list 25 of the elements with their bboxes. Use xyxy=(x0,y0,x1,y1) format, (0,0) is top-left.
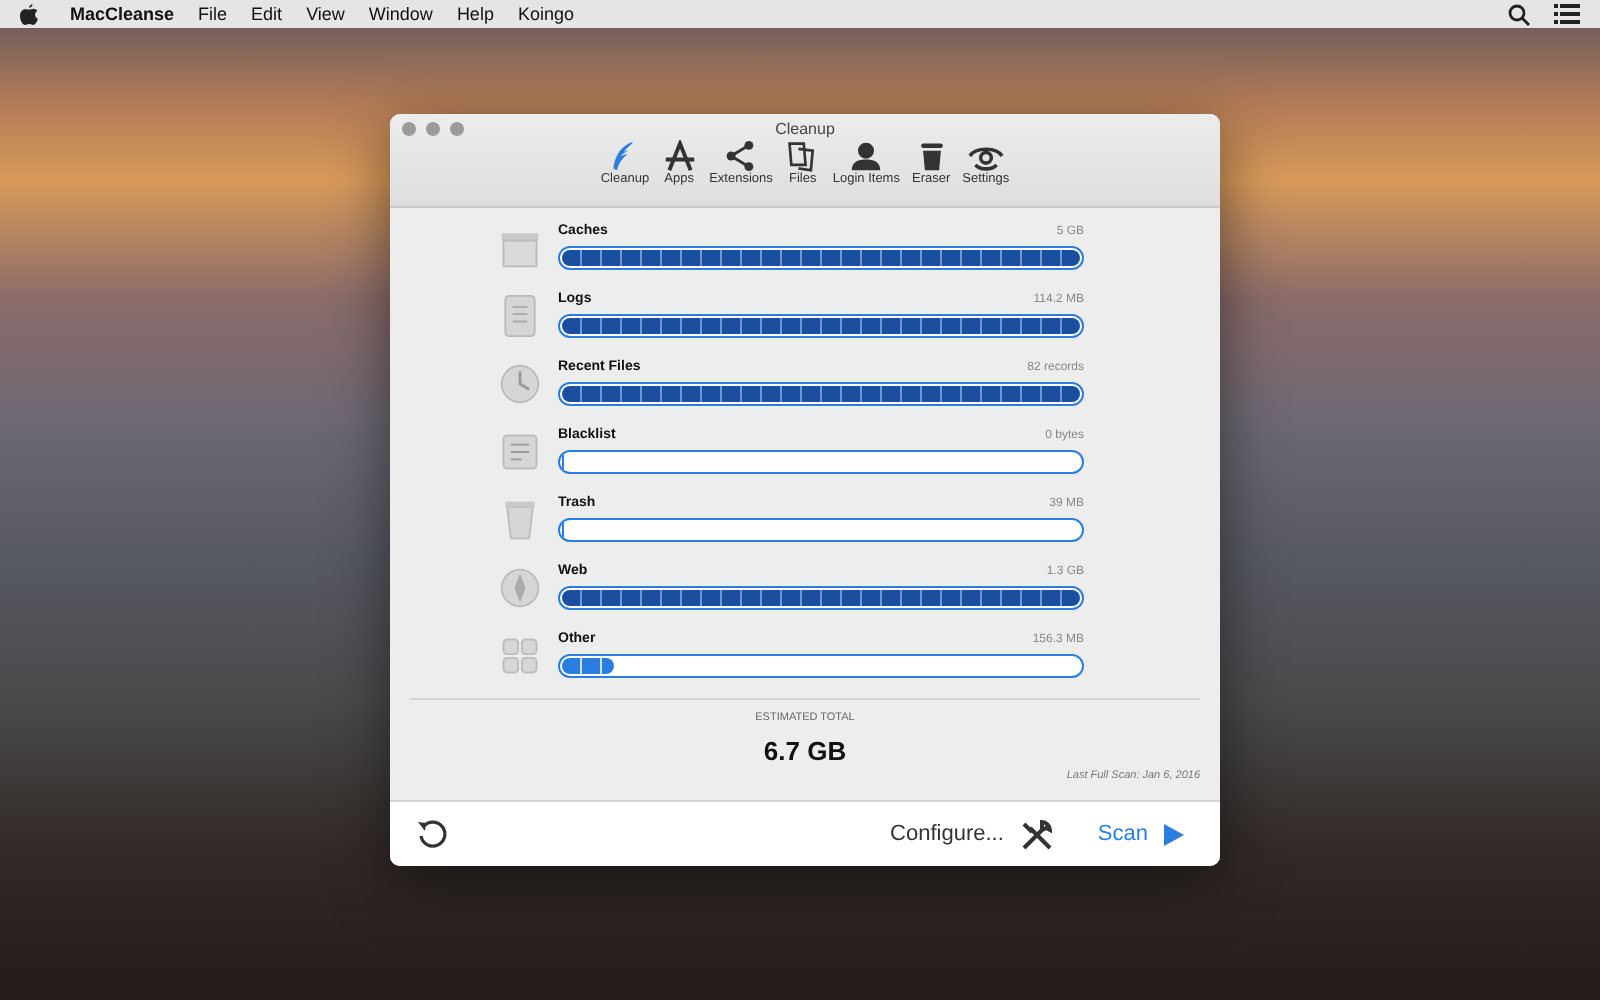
category-icon xyxy=(498,361,542,405)
menu-item[interactable]: Edit xyxy=(251,4,283,24)
person-icon[interactable] xyxy=(848,140,885,172)
letter-a-icon[interactable] xyxy=(661,140,698,172)
category-icon xyxy=(498,429,542,473)
configure-button[interactable]: Configure... xyxy=(886,822,1008,846)
scan-button[interactable]: Scan xyxy=(1093,822,1152,846)
apple-icon[interactable] xyxy=(20,3,38,25)
refresh-icon[interactable] xyxy=(416,818,448,850)
window-title: Cleanup xyxy=(775,118,835,138)
category-icon xyxy=(498,565,542,609)
share-icon[interactable] xyxy=(722,140,759,172)
menu-item[interactable]: Help xyxy=(456,4,494,24)
tools-icon[interactable] xyxy=(1019,817,1054,851)
app-menu[interactable]: MacCleanse xyxy=(70,4,175,24)
category-icon xyxy=(498,293,542,337)
menu-item[interactable]: View xyxy=(306,4,345,24)
play-icon[interactable] xyxy=(1164,823,1184,845)
menu-item[interactable]: Window xyxy=(368,4,433,24)
menu-item[interactable]: File xyxy=(198,4,228,24)
total-value: 6.7 GB xyxy=(763,736,847,766)
list-icon[interactable] xyxy=(1554,4,1580,24)
search-icon[interactable] xyxy=(1508,3,1530,25)
category-icon xyxy=(498,633,542,677)
menu-item[interactable]: Koingo xyxy=(517,4,574,24)
